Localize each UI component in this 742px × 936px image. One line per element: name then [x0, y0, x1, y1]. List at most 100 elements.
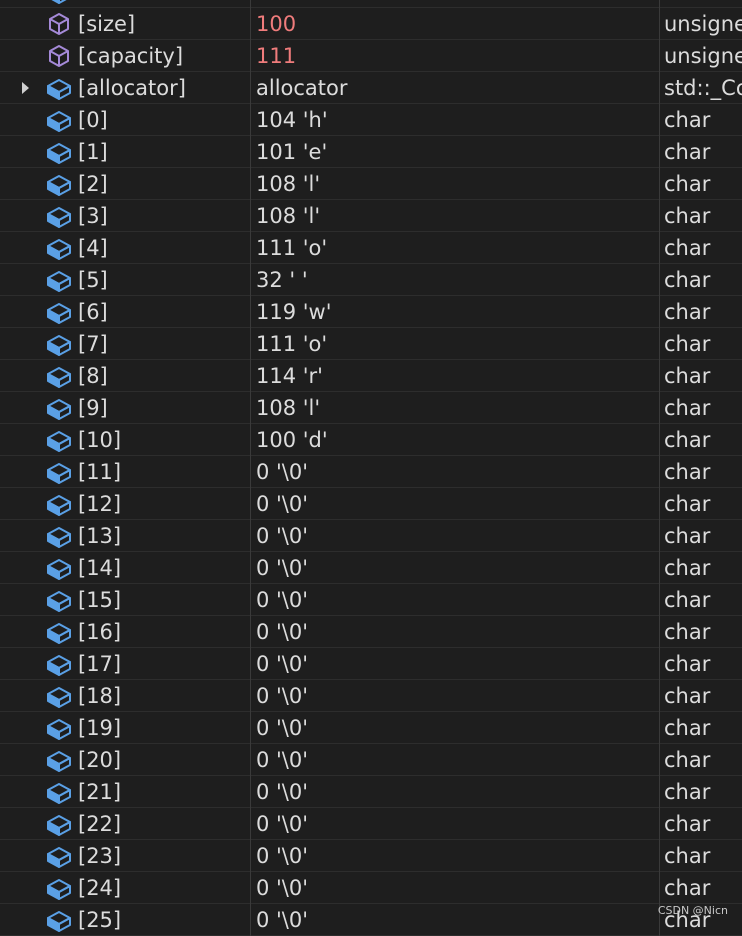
watch-row[interactable]: [18] 0 '\0' char	[0, 680, 742, 712]
name-cell[interactable]: [9]	[0, 392, 251, 424]
name-cell[interactable]: [2]	[0, 168, 251, 200]
variable-name: [19]	[78, 716, 122, 740]
name-cell[interactable]: [21]	[0, 776, 251, 808]
name-cell[interactable]: s1	[0, 0, 251, 8]
name-cell[interactable]: [7]	[0, 328, 251, 360]
value-cell[interactable]: 0 '\0'	[251, 840, 660, 872]
expand-arrow-icon[interactable]	[22, 82, 29, 94]
name-cell[interactable]: [allocator]	[0, 72, 251, 104]
watch-row[interactable]: [22] 0 '\0' char	[0, 808, 742, 840]
watch-row[interactable]: [15] 0 '\0' char	[0, 584, 742, 616]
value-cell[interactable]: 0 '\0'	[251, 584, 660, 616]
name-cell[interactable]: [23]	[0, 840, 251, 872]
value-cell[interactable]: 0 '\0'	[251, 712, 660, 744]
watch-row[interactable]: [size] 100 unsigned	[0, 8, 742, 40]
variable-name: [23]	[78, 844, 122, 868]
watch-row[interactable]: [12] 0 '\0' char	[0, 488, 742, 520]
value-cell[interactable]: 111 'o'	[251, 232, 660, 264]
watch-row[interactable]: [25] 0 '\0' char	[0, 904, 742, 936]
name-cell[interactable]: [11]	[0, 456, 251, 488]
watch-row[interactable]: [8] 114 'r' char	[0, 360, 742, 392]
name-cell[interactable]: [13]	[0, 520, 251, 552]
name-cell[interactable]: [capacity]	[0, 40, 251, 72]
watch-row[interactable]: [19] 0 '\0' char	[0, 712, 742, 744]
watch-row[interactable]: [5] 32 ' ' char	[0, 264, 742, 296]
value-cell[interactable]: 0 '\0'	[251, 456, 660, 488]
name-cell[interactable]: [14]	[0, 552, 251, 584]
name-cell[interactable]: [5]	[0, 264, 251, 296]
value-cell[interactable]: 0 '\0'	[251, 552, 660, 584]
watch-row[interactable]: [2] 108 'l' char	[0, 168, 742, 200]
watch-row[interactable]: [10] 100 'd' char	[0, 424, 742, 456]
watch-row[interactable]: [0] 104 'h' char	[0, 104, 742, 136]
value-cell[interactable]: 0 '\0'	[251, 744, 660, 776]
name-cell[interactable]: [25]	[0, 904, 251, 936]
name-cell[interactable]: [1]	[0, 136, 251, 168]
watch-row[interactable]: [17] 0 '\0' char	[0, 648, 742, 680]
value-cell[interactable]: 0 '\0'	[251, 520, 660, 552]
name-cell[interactable]: [19]	[0, 712, 251, 744]
name-cell[interactable]: [0]	[0, 104, 251, 136]
name-cell[interactable]: [size]	[0, 8, 251, 40]
name-cell[interactable]: [3]	[0, 200, 251, 232]
value-cell[interactable]: 0 '\0'	[251, 904, 660, 936]
watch-row[interactable]: [allocator] allocator std::_Co	[0, 72, 742, 104]
value-cell[interactable]: 104 'h'	[251, 104, 660, 136]
value-cell[interactable]: 32 ' '	[251, 264, 660, 296]
value-cell[interactable]: 0 '\0'	[251, 680, 660, 712]
name-cell[interactable]: [20]	[0, 744, 251, 776]
type-cell: char	[660, 136, 742, 168]
name-cell[interactable]: [17]	[0, 648, 251, 680]
value-cell[interactable]: 0 '\0'	[251, 648, 660, 680]
watch-row[interactable]: [6] 119 'w' char	[0, 296, 742, 328]
watch-row[interactable]: [13] 0 '\0' char	[0, 520, 742, 552]
watch-row[interactable]: [7] 111 'o' char	[0, 328, 742, 360]
variable-value: 119 'w'	[256, 300, 332, 324]
watch-row[interactable]: [24] 0 '\0' char	[0, 872, 742, 904]
value-cell[interactable]: 0 '\0'	[251, 776, 660, 808]
value-cell[interactable]: 108 'l'	[251, 168, 660, 200]
value-cell[interactable]: allocator	[251, 72, 660, 104]
watch-row[interactable]: [1] 101 'e' char	[0, 136, 742, 168]
field-icon	[45, 715, 73, 741]
value-cell[interactable]: 0 '\0'	[251, 872, 660, 904]
variable-value: 108 'l'	[256, 172, 321, 196]
watch-row[interactable]: [9] 108 'l' char	[0, 392, 742, 424]
value-cell[interactable]: 108 'l'	[251, 392, 660, 424]
watch-row[interactable]: [23] 0 '\0' char	[0, 840, 742, 872]
name-cell[interactable]: [24]	[0, 872, 251, 904]
watch-row[interactable]: [20] 0 '\0' char	[0, 744, 742, 776]
name-cell[interactable]: [6]	[0, 296, 251, 328]
value-cell[interactable]: 111 'o'	[251, 328, 660, 360]
watch-row[interactable]: [3] 108 'l' char	[0, 200, 742, 232]
value-cell[interactable]: 119 'w'	[251, 296, 660, 328]
watch-row[interactable]: [21] 0 '\0' char	[0, 776, 742, 808]
name-cell[interactable]: [22]	[0, 808, 251, 840]
watch-row[interactable]: s1 "hello world"⬜⬜ std::stri	[0, 0, 742, 8]
name-cell[interactable]: [15]	[0, 584, 251, 616]
name-cell[interactable]: [16]	[0, 616, 251, 648]
value-cell[interactable]: 108 'l'	[251, 200, 660, 232]
watch-row[interactable]: [14] 0 '\0' char	[0, 552, 742, 584]
name-cell[interactable]: [4]	[0, 232, 251, 264]
value-cell[interactable]: 100	[251, 8, 660, 40]
value-cell[interactable]: 100 'd'	[251, 424, 660, 456]
watch-row[interactable]: [11] 0 '\0' char	[0, 456, 742, 488]
value-cell[interactable]: 114 'r'	[251, 360, 660, 392]
variable-name: [10]	[78, 428, 122, 452]
watch-row[interactable]: [16] 0 '\0' char	[0, 616, 742, 648]
field-icon	[45, 267, 73, 293]
name-cell[interactable]: [10]	[0, 424, 251, 456]
name-cell[interactable]: [18]	[0, 680, 251, 712]
value-cell[interactable]: 0 '\0'	[251, 488, 660, 520]
value-cell[interactable]: 0 '\0'	[251, 616, 660, 648]
value-cell[interactable]: 101 'e'	[251, 136, 660, 168]
variable-name: [5]	[78, 268, 108, 292]
name-cell[interactable]: [8]	[0, 360, 251, 392]
value-cell[interactable]: 111	[251, 40, 660, 72]
watch-row[interactable]: [4] 111 'o' char	[0, 232, 742, 264]
name-cell[interactable]: [12]	[0, 488, 251, 520]
value-cell[interactable]: 0 '\0'	[251, 808, 660, 840]
value-cell[interactable]: "hello world"⬜⬜	[251, 0, 660, 8]
watch-row[interactable]: [capacity] 111 unsigned	[0, 40, 742, 72]
